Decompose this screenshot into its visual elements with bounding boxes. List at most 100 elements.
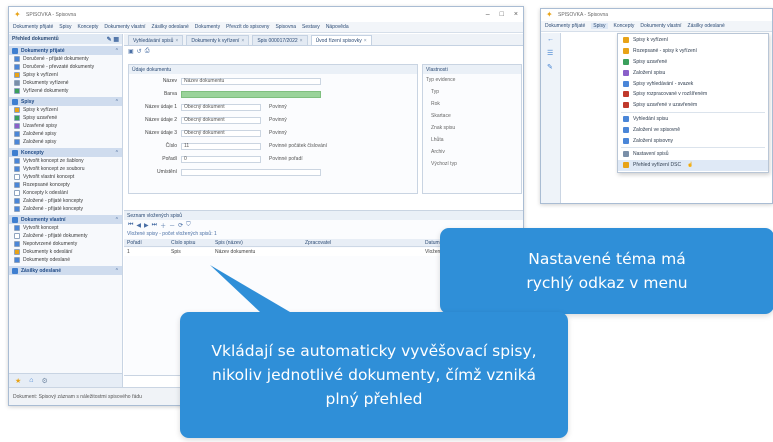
document-tab[interactable]: Dokumenty k vyřízení × xyxy=(186,35,250,45)
remove-icon[interactable]: － xyxy=(169,221,175,230)
prev-page-icon[interactable]: ◀ xyxy=(136,222,141,229)
home-icon[interactable]: ⌂ xyxy=(29,377,33,384)
collapse-icon[interactable]: ⌃ xyxy=(115,48,119,54)
collapse-icon[interactable]: ⌃ xyxy=(115,150,119,156)
star-icon[interactable]: ★ xyxy=(15,377,21,385)
print-icon[interactable]: ⎙ xyxy=(145,48,150,55)
sidebar-item[interactable]: Nepotvrzené dokumenty xyxy=(9,240,122,248)
dropdown-item[interactable]: Založení spisovny xyxy=(618,135,768,146)
maximize-icon[interactable]: □ xyxy=(500,11,504,18)
form-input[interactable]: Obecný dokument xyxy=(181,116,261,124)
dropdown-item[interactable]: Přehled vyřízení DSC ☝ xyxy=(618,159,768,171)
dropdown-item[interactable]: Nastavení spisů xyxy=(618,149,768,160)
menu-item[interactable]: Převzít do spisovny xyxy=(226,24,269,30)
menu-item[interactable]: Koncepty xyxy=(78,24,99,30)
next-page-icon[interactable]: ▶ xyxy=(144,222,149,229)
menu-item[interactable]: Zásilky odeslané xyxy=(152,24,189,30)
save-icon[interactable]: ▣ xyxy=(128,48,134,55)
filter-icon[interactable]: ⛉ xyxy=(186,222,191,229)
undo-icon[interactable]: ↺ xyxy=(137,48,142,55)
mini-back-icon[interactable]: ← xyxy=(541,33,560,46)
sidebar-item[interactable]: Spisy uzavřené xyxy=(9,114,122,122)
form-input[interactable]: Obecný dokument xyxy=(181,129,261,137)
form-input[interactable]: Obecný dokument xyxy=(181,103,261,111)
menu-item[interactable]: Spisovna xyxy=(275,24,296,30)
menu-item[interactable]: Dokumenty xyxy=(195,24,220,30)
grid-column-header[interactable]: Zpracovatel xyxy=(302,240,422,246)
color-field[interactable] xyxy=(181,90,321,98)
menu-item[interactable]: Sestavy xyxy=(302,24,320,30)
dropdown-item[interactable]: Spisy uzavřené v uzavřeném xyxy=(618,100,768,111)
collapse-icon[interactable]: ⌃ xyxy=(115,268,119,274)
sidebar-item[interactable]: Doručené - převzaté dokumenty xyxy=(9,63,122,71)
mini-menu-item[interactable]: Dokumenty přijaté xyxy=(545,23,585,29)
dropdown-item[interactable]: Spisy k vyřízení xyxy=(618,35,768,46)
form-input[interactable] xyxy=(181,168,321,176)
mini-list-icon[interactable]: ☰ xyxy=(541,46,560,60)
sidebar-item[interactable]: Vytvořit vlastní koncept xyxy=(9,173,122,181)
dropdown-item[interactable]: Spisy rozpracované v rozšířeném xyxy=(618,89,768,100)
sidebar-item[interactable]: Dokumenty vyřízené xyxy=(9,79,122,87)
refresh-icon[interactable]: ⟳ xyxy=(178,222,183,229)
grid-column-header[interactable]: Číslo spisu xyxy=(168,240,212,246)
first-page-icon[interactable]: ⏮ xyxy=(128,222,133,229)
dropdown-item[interactable]: Vyhledání spisu xyxy=(618,114,768,125)
sidebar-group[interactable]: Koncepty ⌃ xyxy=(9,148,122,157)
dropdown-item[interactable]: Založení ve spisovně xyxy=(618,124,768,135)
mini-pin-icon[interactable]: ✎ xyxy=(541,60,560,74)
sidebar-group[interactable]: Zásilky odeslané ⌃ xyxy=(9,266,122,275)
mini-menu-item[interactable]: Spisy xyxy=(591,23,608,29)
last-page-icon[interactable]: ⏭ xyxy=(152,222,157,229)
mini-menu-item[interactable]: Koncepty xyxy=(614,23,635,29)
sidebar-item[interactable]: Založené spisy xyxy=(9,130,122,138)
mini-menu-item[interactable]: Zásilky odeslané xyxy=(688,23,725,29)
tab-close-icon[interactable]: × xyxy=(364,38,367,44)
sidebar-item[interactable]: Vytvořit koncept xyxy=(9,224,122,232)
sidebar-item[interactable]: Spisy k vyřízení xyxy=(9,71,122,79)
sidebar-item[interactable]: Založené - přijaté koncepty xyxy=(9,205,122,213)
minimize-icon[interactable]: – xyxy=(486,11,490,18)
add-icon[interactable]: ＋ xyxy=(160,221,166,230)
menu-item[interactable]: Nápověda xyxy=(326,24,349,30)
document-tab[interactable]: Spis 000017/2022 × xyxy=(252,35,308,45)
settings-icon[interactable]: ⚙ xyxy=(42,377,48,385)
sidebar-item[interactable]: Vytvořit koncept ze souboru xyxy=(9,165,122,173)
mini-menu-item[interactable]: Dokumenty vlastní xyxy=(640,23,681,29)
sidebar-item[interactable]: Spisy k vyřízení xyxy=(9,106,122,114)
dropdown-item[interactable]: Rozepsané - spisy k vyřízení xyxy=(618,46,768,57)
menu-item[interactable]: Dokumenty vlastní xyxy=(104,24,145,30)
sidebar-item[interactable]: Dokumenty odeslané xyxy=(9,256,122,264)
sidebar-group[interactable]: Dokumenty přijaté ⌃ xyxy=(9,46,122,55)
dropdown-item[interactable]: Spisy uzavřené xyxy=(618,57,768,68)
close-icon[interactable]: × xyxy=(514,11,518,18)
sidebar-group[interactable]: Spisy ⌃ xyxy=(9,97,122,106)
sidebar-item[interactable]: Vyřízené dokumenty xyxy=(9,87,122,95)
menu-item[interactable]: Spisy xyxy=(59,24,71,30)
dropdown-item[interactable]: Spisy vyhledávání - svazek xyxy=(618,78,768,89)
grid-column-header[interactable]: Spis (název) xyxy=(212,240,302,246)
document-tab[interactable]: Vyhledávání spisů × xyxy=(128,35,184,45)
tab-close-icon[interactable]: × xyxy=(241,38,244,44)
dropdown-item[interactable]: Založení spisu xyxy=(618,67,768,78)
collapse-icon[interactable]: ⌃ xyxy=(115,217,119,223)
grid-column-header[interactable]: Pořadí xyxy=(124,240,168,246)
sidebar-item[interactable]: Vytvořit koncept ze šablony xyxy=(9,157,122,165)
pin-icon[interactable]: ✎ ▦ xyxy=(107,36,119,43)
sidebar-item[interactable]: Založené spisy xyxy=(9,138,122,146)
form-input[interactable]: 0 xyxy=(181,155,261,163)
sidebar-item[interactable]: Založené - přijaté koncepty xyxy=(9,197,122,205)
sidebar-group[interactable]: Dokumenty vlastní ⌃ xyxy=(9,215,122,224)
form-input[interactable]: Název dokumentu xyxy=(181,77,321,85)
sidebar-item[interactable]: Uzavřené spisy xyxy=(9,122,122,130)
form-input[interactable]: 11 xyxy=(181,142,261,150)
sidebar-item[interactable]: Dokumenty k odeslání xyxy=(9,248,122,256)
tab-close-icon[interactable]: × xyxy=(175,38,178,44)
menu-item[interactable]: Dokumenty přijaté xyxy=(13,24,53,30)
sidebar-item[interactable]: Založené - přijaté dokumenty xyxy=(9,232,122,240)
sidebar-item[interactable]: Doručené - přijaté dokumenty xyxy=(9,55,122,63)
sidebar-item[interactable]: Koncepty k odeslání xyxy=(9,189,122,197)
sidebar-item[interactable]: Rozepsané koncepty xyxy=(9,181,122,189)
document-tab[interactable]: Úvod řízení spisovky × xyxy=(310,35,372,45)
collapse-icon[interactable]: ⌃ xyxy=(115,99,119,105)
tab-close-icon[interactable]: × xyxy=(300,38,303,44)
